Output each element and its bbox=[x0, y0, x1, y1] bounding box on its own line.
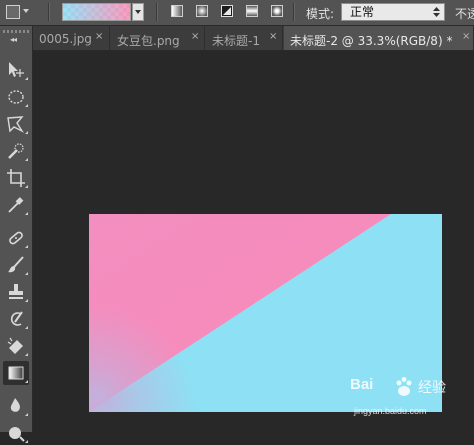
chevron-down-icon bbox=[23, 9, 29, 13]
submenu-indicator bbox=[25, 158, 28, 161]
eraser-tool-icon bbox=[7, 337, 23, 354]
submenu-indicator bbox=[25, 440, 28, 443]
clone-stamp-tool-icon bbox=[9, 284, 23, 299]
gradient-picker-dropdown[interactable] bbox=[132, 3, 144, 21]
gradient-tool-icon bbox=[8, 366, 24, 380]
separator bbox=[156, 3, 158, 21]
lasso-tool-button[interactable] bbox=[3, 112, 29, 136]
angle-gradient-icon bbox=[221, 5, 233, 17]
angle-gradient-button[interactable] bbox=[220, 4, 236, 20]
move-tool-button[interactable] bbox=[3, 58, 29, 82]
submenu-indicator bbox=[25, 185, 28, 188]
brush-tool-icon bbox=[8, 256, 24, 273]
clone-stamp-tool-button[interactable] bbox=[3, 280, 29, 304]
reflected-gradient-icon bbox=[246, 5, 258, 17]
eyedropper-tool-button[interactable] bbox=[3, 193, 29, 217]
blur-tool-button[interactable] bbox=[3, 394, 29, 418]
submenu-indicator bbox=[25, 326, 28, 329]
blend-mode-value: 正常 bbox=[350, 5, 375, 19]
tool-preset-picker[interactable] bbox=[4, 4, 30, 20]
document-tab-bar: 0005.jpg × 女豆包.png × 未标题-1 × 未标题-2 @ 33.… bbox=[33, 26, 474, 51]
history-brush-tool-icon bbox=[10, 311, 23, 326]
submenu-indicator bbox=[25, 380, 28, 383]
radial-gradient-button[interactable] bbox=[195, 4, 211, 20]
watermark-brand: Bai bbox=[350, 376, 374, 393]
watermark-url: jingyan.baidu.com bbox=[354, 406, 427, 416]
move-tool-icon bbox=[9, 62, 24, 77]
submenu-indicator bbox=[25, 299, 28, 302]
linear-gradient-button[interactable] bbox=[170, 4, 186, 20]
healing-brush-tool-button[interactable] bbox=[3, 226, 29, 250]
watermark-brand-cn: 经验 bbox=[418, 380, 446, 396]
brush-tool-button[interactable] bbox=[3, 253, 29, 277]
marquee-tool-button[interactable] bbox=[3, 85, 29, 109]
separator bbox=[293, 3, 295, 21]
baidu-jingyan-watermark: Bai 经验 jingyan.baidu.com bbox=[350, 372, 470, 432]
eyedropper-tool-icon bbox=[8, 197, 24, 213]
submenu-indicator bbox=[25, 353, 28, 356]
tab-close-icon[interactable]: × bbox=[95, 31, 103, 42]
eraser-tool-button[interactable] bbox=[3, 334, 29, 358]
marquee-tool-icon bbox=[8, 90, 24, 104]
submenu-indicator bbox=[25, 131, 28, 134]
dodge-tool-button[interactable] bbox=[3, 421, 29, 445]
tab-label: 未标题-2 @ 33.3%(RGB/8) * bbox=[290, 34, 453, 48]
submenu-indicator bbox=[25, 413, 28, 416]
reflected-gradient-button[interactable] bbox=[245, 4, 261, 20]
separator bbox=[48, 3, 50, 21]
paw-logo-icon bbox=[396, 377, 412, 396]
tab-close-icon[interactable]: × bbox=[269, 31, 277, 42]
tab-0005-jpg[interactable]: 0005.jpg × bbox=[33, 26, 110, 50]
tab-untitled-1[interactable]: 未标题-1 × bbox=[206, 26, 283, 50]
dodge-tool-icon bbox=[9, 427, 25, 442]
gradient-tool-preset-icon bbox=[6, 5, 20, 19]
blur-tool-icon bbox=[10, 398, 20, 412]
blend-mode-select[interactable]: 正常 bbox=[341, 3, 445, 21]
quick-select-tool-icon bbox=[8, 143, 24, 159]
diamond-gradient-button[interactable] bbox=[270, 4, 286, 20]
tab-label: 女豆包.png bbox=[117, 34, 180, 48]
collapse-panel-icon[interactable]: ◂◂ bbox=[10, 35, 17, 44]
tools-panel: ◂◂ bbox=[0, 26, 33, 443]
lasso-tool-icon bbox=[7, 116, 24, 133]
healing-brush-tool-icon bbox=[9, 231, 23, 245]
quick-select-tool-button[interactable] bbox=[3, 139, 29, 163]
submenu-indicator bbox=[25, 272, 28, 275]
tab-label: 0005.jpg bbox=[39, 32, 92, 46]
up-down-arrows-icon bbox=[433, 7, 440, 17]
radial-gradient-icon bbox=[196, 5, 208, 17]
crop-tool-icon bbox=[7, 169, 25, 187]
diamond-gradient-icon bbox=[271, 5, 283, 17]
panel-grip[interactable] bbox=[3, 30, 29, 33]
options-bar: 模式: 正常 不透 bbox=[0, 0, 474, 26]
tab-nvdoubao-png[interactable]: 女豆包.png × bbox=[111, 26, 205, 50]
submenu-indicator bbox=[25, 77, 28, 80]
submenu-indicator bbox=[25, 212, 28, 215]
tab-close-icon[interactable]: × bbox=[462, 31, 470, 42]
submenu-indicator bbox=[25, 245, 28, 248]
gradient-editor-swatch[interactable] bbox=[62, 3, 131, 21]
mode-label: 模式: bbox=[306, 7, 335, 21]
opacity-label: 不透 bbox=[455, 7, 474, 21]
tab-close-icon[interactable]: × bbox=[191, 31, 199, 42]
tab-untitled-2[interactable]: 未标题-2 @ 33.3%(RGB/8) * × bbox=[284, 26, 474, 50]
linear-gradient-icon bbox=[171, 5, 183, 17]
history-brush-tool-button[interactable] bbox=[3, 307, 29, 331]
tab-label: 未标题-1 bbox=[212, 34, 260, 48]
gradient-tool-button[interactable] bbox=[3, 361, 29, 385]
crop-tool-button[interactable] bbox=[3, 166, 29, 190]
submenu-indicator bbox=[25, 104, 28, 107]
